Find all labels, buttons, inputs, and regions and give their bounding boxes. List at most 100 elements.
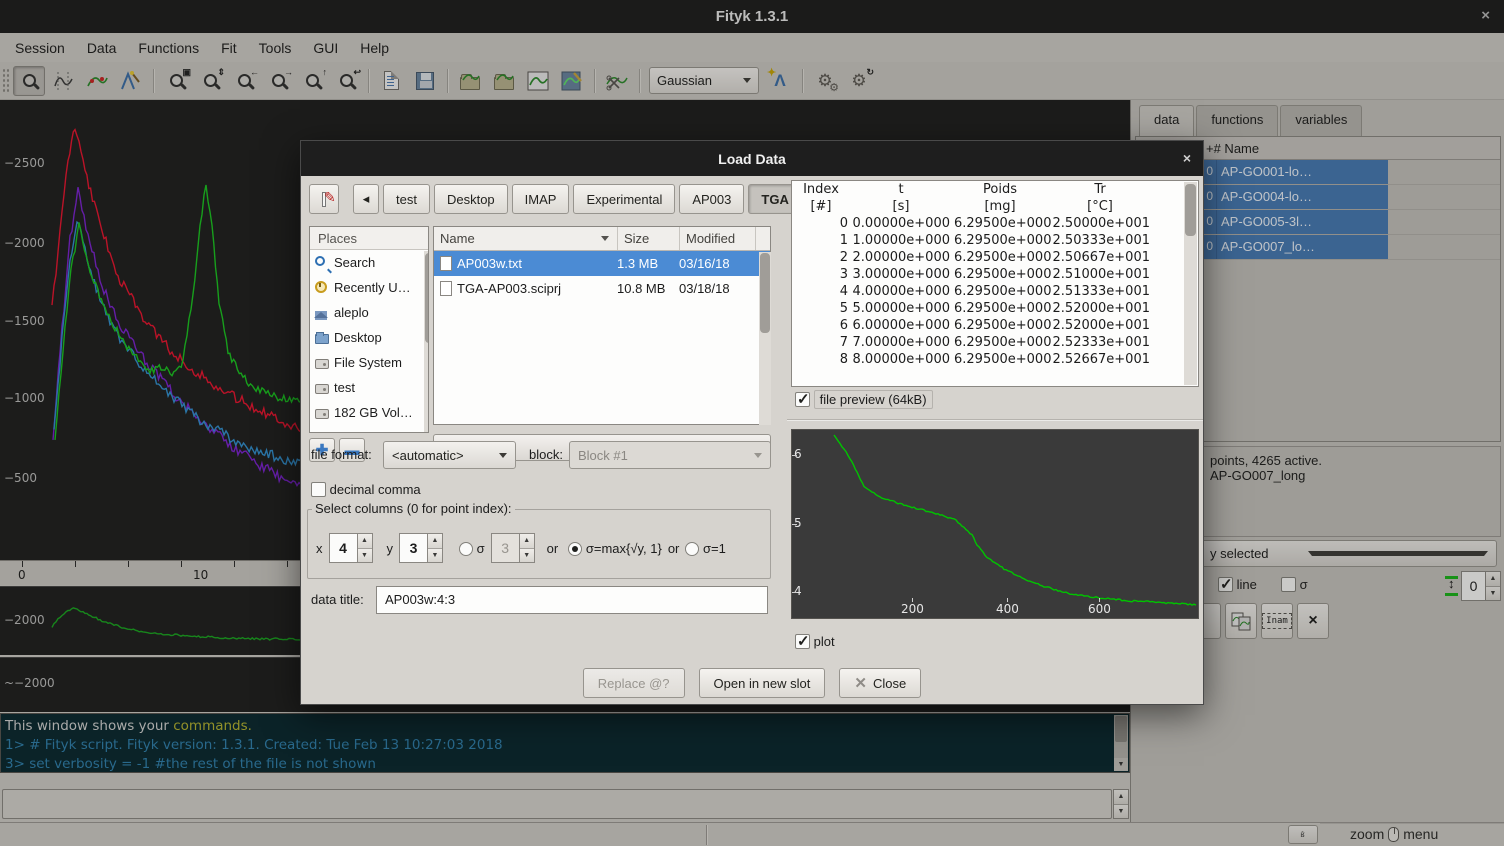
console-scrollbar[interactable]: ▼ [1114, 715, 1128, 771]
command-history-spinner[interactable]: ▲▼ [1113, 789, 1129, 819]
spin-down-icon[interactable]: ▼ [358, 548, 372, 563]
place-item-182-gb-vol-[interactable]: 182 GB Vol… [310, 400, 428, 425]
menu-help[interactable]: Help [349, 35, 400, 61]
spin-up-icon[interactable]: ▲ [358, 534, 372, 548]
preview-table-row: 55.00000e+0006.29500e+0002.52000e+001 [792, 300, 1198, 317]
run-fit-button[interactable]: ⚙⚙ [809, 66, 841, 96]
zoom-right-button[interactable]: → [262, 66, 294, 96]
save-image-button[interactable] [556, 66, 588, 96]
copy-data-button[interactable] [1225, 603, 1257, 639]
spin-down-icon[interactable]: ▼ [1486, 586, 1500, 601]
places-scrollbar[interactable] [424, 251, 429, 433]
toolbar-grip[interactable] [2, 68, 9, 94]
zoom-up-button[interactable]: ↑ [296, 66, 328, 96]
load-data-button[interactable] [454, 66, 486, 96]
decimal-comma-checkbox[interactable] [311, 482, 326, 497]
command-console[interactable]: This window shows your commands. 1> # Fi… [0, 713, 1130, 773]
spin-down-icon[interactable]: ▼ [520, 548, 534, 563]
chevron-down-icon [499, 453, 507, 462]
sigma-sqrt-radio[interactable] [568, 542, 582, 556]
preview-plot[interactable]: 654200400600 [791, 429, 1199, 619]
path-button-ap003[interactable]: AP003 [679, 184, 744, 214]
tab-data[interactable]: data [1139, 105, 1194, 136]
spin-down-icon[interactable]: ▼ [428, 548, 442, 563]
zoom-mode-button[interactable] [13, 66, 45, 96]
menu-gui[interactable]: GUI [302, 35, 349, 61]
place-item-aleplo[interactable]: aleplo [310, 300, 428, 325]
path-button-imap[interactable]: IMAP [512, 184, 570, 214]
zoom-vertical-button[interactable]: ⇕ [194, 66, 226, 96]
data-transform-button[interactable] [601, 66, 633, 96]
replace-button[interactable]: Replace @? [583, 668, 685, 698]
file-list-scrollbar[interactable] [759, 252, 771, 425]
command-input[interactable] [2, 789, 1112, 819]
window-close-icon[interactable]: × [1481, 7, 1490, 24]
path-button-test[interactable]: test [383, 184, 430, 214]
place-item-file-system[interactable]: File System [310, 350, 428, 375]
y-column-spinner[interactable]: 3 ▲▼ [399, 533, 443, 563]
open-in-new-slot-button[interactable]: Open in new slot [699, 668, 826, 698]
menu-data[interactable]: Data [76, 35, 128, 61]
place-item-desktop[interactable]: Desktop [310, 325, 428, 350]
column-header-name[interactable]: Name [434, 227, 618, 250]
place-item-search[interactable]: Search [310, 250, 428, 275]
sigma-column-spinner[interactable]: 3 ▲▼ [491, 533, 535, 563]
sigma-column-radio[interactable] [459, 542, 473, 556]
tab-variables[interactable]: variables [1280, 105, 1362, 136]
file-format-dropdown[interactable]: <automatic> [383, 441, 516, 469]
path-button-experimental[interactable]: Experimental [573, 184, 675, 214]
scroll-down-icon[interactable]: ▼ [1114, 758, 1128, 771]
path-button-desktop[interactable]: Desktop [434, 184, 508, 214]
column-header-modified[interactable]: Modified [680, 227, 756, 250]
dialog-close-icon[interactable]: × [1183, 150, 1191, 166]
column-header-size[interactable]: Size [618, 227, 680, 250]
file-preview-table[interactable]: IndextPoidsTr [#][s][mg][°C] 00.00000e+0… [791, 180, 1199, 387]
data-range-mode-button[interactable] [47, 66, 79, 96]
data-title-input[interactable]: AP003w:4:3 [376, 586, 768, 614]
zoom-previous-button[interactable]: ↩ [330, 66, 362, 96]
menu-functions[interactable]: Functions [127, 35, 210, 61]
show-plot-button[interactable] [522, 66, 554, 96]
log-script-button[interactable] [375, 66, 407, 96]
function-type-dropdown[interactable]: Gaussian [649, 67, 759, 94]
spin-down-icon[interactable]: ▼ [1114, 804, 1128, 819]
block-dropdown[interactable]: Block #1 [569, 441, 771, 469]
statusbar: ʁ̎ zoommenu [0, 822, 1504, 846]
close-button[interactable]: ✕Close [839, 668, 921, 698]
menubar: SessionDataFunctionsFitToolsGUIHelp [0, 33, 1504, 62]
x-column-spinner[interactable]: 4 ▲▼ [329, 533, 373, 563]
sigma-checkbox[interactable] [1281, 577, 1296, 592]
preview-col-header: t [850, 181, 952, 198]
line-checkbox[interactable] [1218, 577, 1233, 592]
type-location-button[interactable] [309, 184, 339, 214]
tab-functions[interactable]: functions [1196, 105, 1278, 136]
file-row[interactable]: AP003w.txt1.3 MB03/16/18 [434, 251, 770, 276]
place-item-recently-u-[interactable]: Recently U… [310, 275, 428, 300]
delete-dataset-button[interactable]: × [1297, 603, 1329, 639]
menu-session[interactable]: Session [4, 35, 76, 61]
load-data-options-button[interactable] [488, 66, 520, 96]
preview-table-scrollbar[interactable] [1184, 182, 1197, 385]
plot-checkbox[interactable] [795, 634, 810, 649]
zoom-all-button[interactable]: ▣ [160, 66, 192, 96]
sigma-one-radio[interactable] [685, 542, 699, 556]
save-session-button[interactable] [409, 66, 441, 96]
add-point-mode-button[interactable] [81, 66, 113, 96]
menu-fit[interactable]: Fit [210, 35, 248, 61]
mouse-config-button[interactable]: ʁ̎ [1288, 825, 1318, 844]
file-row[interactable]: TGA-AP003.sciprj10.8 MB03/18/18 [434, 276, 770, 301]
peak-draw-mode-button[interactable] [115, 66, 147, 96]
zoom-left-button[interactable]: ← [228, 66, 260, 96]
file-preview-checkbox[interactable] [795, 392, 810, 407]
place-item-test[interactable]: test [310, 375, 428, 400]
spin-up-icon[interactable]: ▲ [428, 534, 442, 548]
spin-up-icon[interactable]: ▲ [1114, 790, 1128, 804]
spin-up-icon[interactable]: ▲ [520, 534, 534, 548]
fit-options-button[interactable]: ⚙↻ [843, 66, 875, 96]
add-peak-button[interactable]: Λ✦ [764, 66, 796, 96]
shift-spinner[interactable]: 0 ▲▼ [1461, 571, 1501, 601]
rename-button[interactable]: Inam [1261, 603, 1293, 639]
spin-up-icon[interactable]: ▲ [1486, 572, 1500, 586]
path-back-button[interactable]: ◂ [353, 184, 379, 214]
menu-tools[interactable]: Tools [248, 35, 303, 61]
